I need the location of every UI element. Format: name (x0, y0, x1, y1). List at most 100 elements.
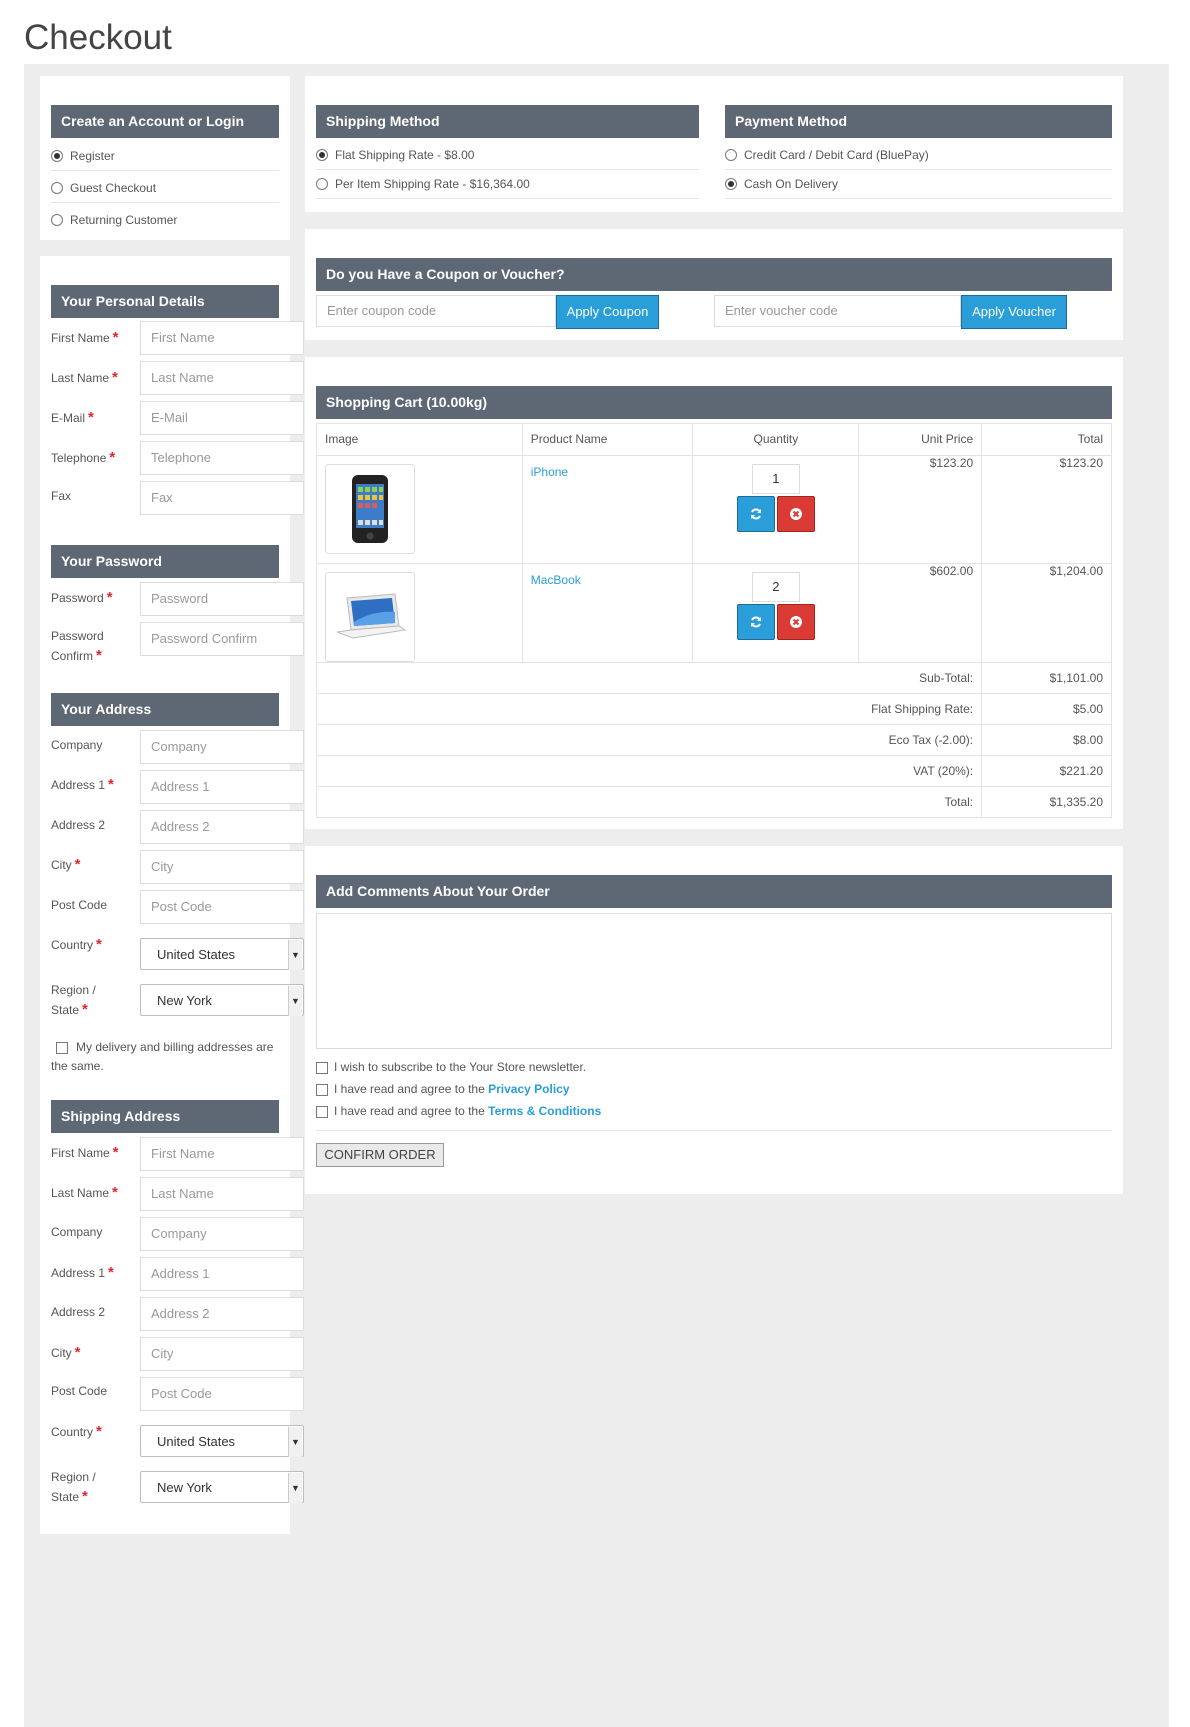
telephone-input[interactable]: Telephone (140, 441, 304, 475)
email-label: E-Mail * (51, 409, 94, 426)
remove-button[interactable] (776, 496, 815, 532)
iphone-image[interactable] (325, 464, 415, 554)
shipping-total-row: Flat Shipping Rate: $5.00 (315, 693, 1112, 725)
cash-on-delivery-radio[interactable] (725, 178, 737, 190)
email-input[interactable]: E-Mail (140, 401, 304, 435)
newsletter-checkbox[interactable] (316, 1061, 328, 1074)
iphone-link[interactable]: iPhone (531, 465, 568, 479)
ship-last-name-input[interactable]: Last Name (140, 1177, 304, 1211)
total-cell: $123.20 (981, 455, 1112, 564)
password-confirm-input[interactable]: Password Confirm (140, 622, 304, 656)
eco-tax-value: $8.00 (981, 724, 1112, 756)
comments-textarea[interactable] (316, 913, 1112, 1049)
col-total: Total (981, 423, 1112, 456)
address1-input[interactable]: Address 1 (140, 770, 304, 804)
privacy-policy-link[interactable]: Privacy Policy (488, 1082, 569, 1096)
vat-value: $221.20 (981, 755, 1112, 787)
per-item-shipping-option[interactable]: Per Item Shipping Rate - $16,364.00 (316, 177, 530, 191)
divider (725, 169, 1112, 170)
chevron-down-icon: ▼ (288, 1427, 302, 1457)
comments-panel: Add Comments About Your Order I wish to … (305, 846, 1123, 1194)
country-select-value: United States (157, 947, 236, 962)
quantity-input[interactable]: 1 (751, 464, 800, 494)
ship-company-input[interactable]: Company (140, 1217, 304, 1251)
register-option[interactable]: Register (51, 149, 115, 163)
privacy-checkbox[interactable] (316, 1083, 328, 1096)
privacy-label: I have read and agree to the (334, 1082, 489, 1096)
guest-checkout-option[interactable]: Guest Checkout (51, 181, 156, 195)
col-quantity: Quantity (692, 423, 860, 456)
update-button[interactable] (736, 604, 775, 640)
divider (725, 198, 1112, 199)
remove-button[interactable] (776, 604, 815, 640)
country-select[interactable]: United States ▼ (140, 938, 304, 970)
voucher-input[interactable]: Enter voucher code (714, 295, 961, 327)
ship-first-name-label: First Name * (51, 1144, 119, 1161)
comments-header: Add Comments About Your Order (316, 875, 1112, 908)
shipping-address-header: Shipping Address (51, 1100, 279, 1133)
confirm-order-button[interactable]: CONFIRM ORDER (316, 1143, 444, 1167)
last-name-label: Last Name * (51, 369, 118, 386)
credit-card-radio[interactable] (725, 149, 737, 161)
address1-label: Address 1 * (51, 776, 114, 793)
terms-conditions-link[interactable]: Terms & Conditions (488, 1104, 601, 1118)
privacy-option[interactable]: I have read and agree to the Privacy Pol… (316, 1081, 570, 1097)
terms-option[interactable]: I have read and agree to the Terms & Con… (316, 1103, 601, 1119)
returning-customer-option[interactable]: Returning Customer (51, 213, 177, 227)
flat-shipping-option[interactable]: Flat Shipping Rate - $8.00 (316, 148, 474, 162)
grand-total-row: Total: $1,335.20 (315, 786, 1112, 818)
last-name-input[interactable]: Last Name (140, 361, 304, 395)
shipping-total-value: $5.00 (981, 693, 1112, 725)
unit-price-cell: $123.20 (858, 455, 983, 564)
city-input[interactable]: City (140, 850, 304, 884)
ship-post-code-input[interactable]: Post Code (140, 1377, 304, 1411)
first-name-input[interactable]: First Name (140, 321, 304, 355)
newsletter-option[interactable]: I wish to subscribe to the Your Store ne… (316, 1059, 586, 1075)
ship-country-select[interactable]: United States ▼ (140, 1425, 304, 1457)
fax-input[interactable]: Fax (140, 481, 304, 515)
quantity-cell: 2 (692, 563, 860, 663)
ship-city-label: City * (51, 1344, 81, 1361)
shipping-total-label: Flat Shipping Rate: (315, 693, 983, 725)
first-name-label: First Name * (51, 329, 119, 346)
quantity-input[interactable]: 2 (751, 572, 800, 602)
company-input[interactable]: Company (140, 730, 304, 764)
product-image-cell (316, 455, 523, 564)
register-radio[interactable] (51, 150, 63, 162)
macbook-link[interactable]: MacBook (531, 573, 581, 587)
cart-panel: Shopping Cart (10.00kg) Image Product Na… (305, 357, 1123, 829)
password-label: Password * (51, 589, 113, 606)
ship-first-name-input[interactable]: First Name (140, 1137, 304, 1171)
ship-address1-input[interactable]: Address 1 (140, 1257, 304, 1291)
apply-coupon-button[interactable]: Apply Coupon (556, 295, 659, 329)
ship-address2-input[interactable]: Address 2 (140, 1297, 304, 1331)
guest-checkout-radio[interactable] (51, 182, 63, 194)
macbook-image[interactable] (325, 572, 415, 662)
ship-region-select[interactable]: New York ▼ (140, 1471, 304, 1503)
product-name-cell: MacBook (521, 563, 694, 663)
same-address-checkbox[interactable] (56, 1041, 68, 1054)
returning-customer-radio[interactable] (51, 214, 63, 226)
post-code-input[interactable]: Post Code (140, 890, 304, 924)
update-button[interactable] (736, 496, 775, 532)
credit-card-option[interactable]: Credit Card / Debit Card (BluePay) (725, 148, 929, 162)
country-label: Country * (51, 936, 102, 953)
region-select[interactable]: New York ▼ (140, 984, 304, 1016)
col-unit-price: Unit Price (858, 423, 983, 456)
same-address-option[interactable]: My delivery and billing addresses are the… (51, 1038, 281, 1076)
address2-input[interactable]: Address 2 (140, 810, 304, 844)
per-item-shipping-radio[interactable] (316, 178, 328, 190)
eco-tax-label: Eco Tax (-2.00): (315, 724, 983, 756)
divider (51, 202, 279, 203)
terms-checkbox[interactable] (316, 1105, 328, 1118)
ship-city-input[interactable]: City (140, 1337, 304, 1371)
total-cell: $1,204.00 (981, 563, 1112, 663)
apply-voucher-button[interactable]: Apply Voucher (961, 295, 1067, 329)
product-name-cell: iPhone (521, 455, 694, 564)
coupon-input[interactable]: Enter coupon code (316, 295, 556, 327)
flat-shipping-radio[interactable] (316, 149, 328, 161)
ship-company-label: Company (51, 1225, 103, 1239)
ship-region-label: Region / State * (51, 1470, 96, 1505)
cash-on-delivery-option[interactable]: Cash On Delivery (725, 177, 838, 191)
password-input[interactable]: Password (140, 582, 304, 616)
